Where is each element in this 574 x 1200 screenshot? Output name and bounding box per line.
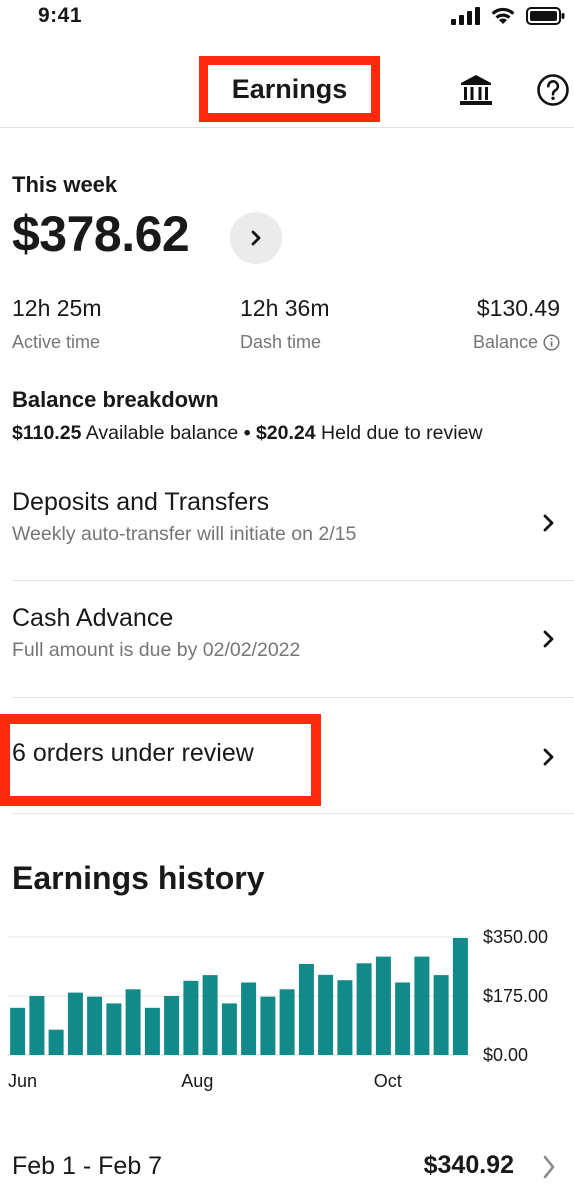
chart-bar[interactable] [87,996,103,1055]
chevron-right-icon [251,230,261,246]
divider [12,813,574,814]
cash-advance-title: Cash Advance [12,604,174,632]
deposits-transfers-title: Deposits and Transfers [12,488,270,516]
deposits-transfers-row[interactable]: Deposits and Transfers Weekly auto-trans… [12,488,574,568]
cash-advance-row[interactable]: Cash Advance Full amount is due by 02/02… [12,604,574,684]
balance-breakdown-line: $110.25 Available balance • $20.24 Held … [12,422,483,445]
balance-breakdown-title: Balance breakdown [12,387,219,412]
help-button[interactable] [533,70,573,110]
chevron-right-icon [543,748,554,766]
balance-label: Balance [472,332,538,352]
chart-bar[interactable] [10,1007,26,1055]
chart-bar[interactable] [414,956,430,1055]
chevron-right-icon[interactable] [542,1154,556,1180]
chart-bar[interactable] [452,938,468,1055]
week-range-amount[interactable]: $340.92 [424,1151,514,1180]
chart-bar[interactable] [144,1007,160,1055]
chart-bar[interactable] [183,980,199,1055]
earnings-history-chart: $350.00 $175.00 $0.00 Jun Aug Oct [8,927,548,1091]
dash-time-value: 12h 36m [240,295,330,321]
chart-bar[interactable] [48,1029,64,1055]
active-time-value: 12h 25m [12,295,102,321]
wifi-icon [491,7,515,24]
cash-advance-subtitle: Full amount is due by 02/02/2022 [12,639,301,661]
chart-bar[interactable] [318,974,334,1055]
balance-value: $130.49 [476,295,560,321]
chart-x-tick-label: Aug [181,1071,213,1091]
page-title-highlight: Earnings [199,56,380,122]
chart-bar[interactable] [375,956,391,1055]
held-label: Held due to review [321,422,483,444]
help-icon [537,74,569,106]
available-label: Available balance [85,422,239,444]
status-bar: 9:41 [0,0,574,34]
chart-y-tick-label: $0.00 [483,1045,528,1065]
held-amount: $20.24 [255,422,316,444]
chart-bar[interactable] [125,989,141,1055]
active-time-label: Active time [12,332,101,352]
signal-icon [451,7,480,25]
chart-bar[interactable] [337,980,353,1055]
divider [12,697,574,698]
header: Earnings [0,34,574,128]
chart-bar[interactable] [29,996,45,1055]
chart-bar[interactable] [395,982,411,1056]
chart-x-tick-label: Jun [8,1071,37,1091]
chart-bar[interactable] [298,964,314,1055]
bank-button[interactable] [454,70,498,110]
divider [12,580,574,581]
chart-y-tick-label: $350.00 [483,927,548,947]
status-time: 9:41 [38,4,83,27]
week-range-label[interactable]: Feb 1 - Feb 7 [12,1152,162,1181]
chart-bar[interactable] [241,982,257,1056]
chart-y-tick-label: $175.00 [483,986,548,1006]
available-amount: $110.25 [12,422,82,444]
week-details-button[interactable] [230,212,282,264]
page-title: Earnings [231,73,348,104]
chart-x-tick-label: Oct [374,1071,402,1091]
bank-icon [460,75,492,105]
chart-bar[interactable] [356,963,372,1055]
status-icons [450,6,566,26]
chevron-right-icon [543,630,554,648]
balance-label-group[interactable]: Balance [473,332,560,353]
chart-bar[interactable] [202,975,218,1055]
chart-bar[interactable] [164,996,180,1055]
week-label: This week [12,172,118,197]
chart-bar[interactable] [279,989,295,1055]
orders-under-review-title: 6 orders under review [12,739,254,767]
chart-bar[interactable] [67,992,83,1055]
dash-time-label: Dash time [240,332,322,352]
breakdown-separator: • [243,422,251,444]
chevron-right-icon [543,514,554,532]
chart-bar[interactable] [260,996,276,1055]
info-icon [543,334,560,351]
deposits-transfers-subtitle: Weekly auto-transfer will initiate on 2/… [12,523,357,545]
chart-bar[interactable] [106,1003,122,1055]
chart-bar[interactable] [221,1003,237,1055]
earnings-history-title: Earnings history [12,860,265,896]
battery-icon [526,7,565,25]
chart-bar[interactable] [433,975,449,1055]
week-earnings-amount: $378.62 [12,206,190,262]
